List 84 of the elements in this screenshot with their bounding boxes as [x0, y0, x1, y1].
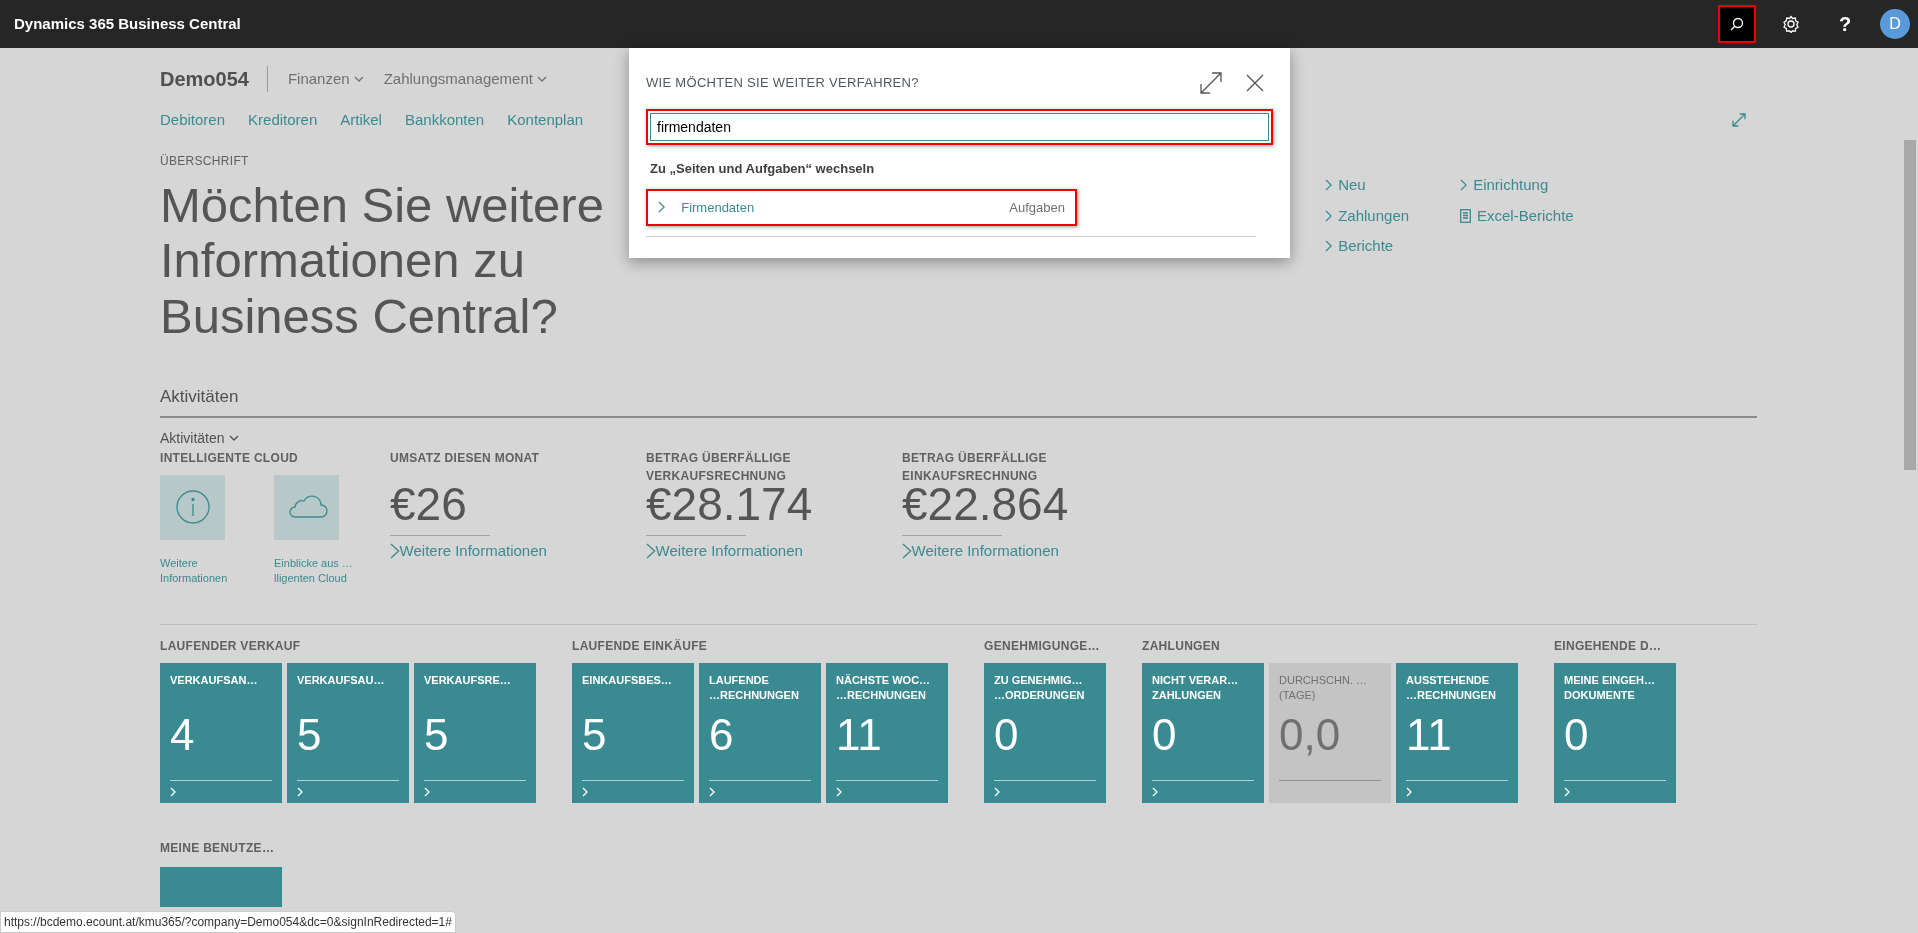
menu-item[interactable]: Finanzen	[267, 67, 364, 91]
chevron-icon	[1325, 209, 1333, 222]
kpi-caption: BETRAG ÜBERFÄLLIGE VERKAUFSRECHNUNG	[646, 449, 792, 479]
cloud-link[interactable]: Einblicke aus …lligenten Cloud	[274, 555, 372, 587]
kpi-caption: BETRAG ÜBERFÄLLIGE EINKAUFSRECHNUNG	[902, 449, 1048, 479]
cue-tile[interactable]: NÄCHSTE WOC… …RECHNUNGEN 11	[826, 663, 948, 804]
chevron-icon	[658, 201, 666, 214]
kpi-link[interactable]: Weitere Informationen	[390, 540, 646, 563]
action-link[interactable]: Zahlungen	[1325, 204, 1460, 227]
status-bar-url: https://bcdemo.ecount.at/kmu365/?company=Demo054&dc=0&signInRedirected=1#	[0, 911, 456, 933]
search-field[interactable]: firmendaten	[650, 113, 1269, 141]
chevron-icon	[709, 787, 715, 798]
caret-icon	[536, 76, 547, 82]
search-icon	[1730, 17, 1744, 31]
cloud-link[interactable]: Weitere Informationen	[160, 555, 258, 587]
section-title: Aktivitäten	[160, 384, 1757, 418]
expand-icon	[1200, 72, 1222, 94]
cloud-tile[interactable]	[160, 474, 225, 540]
group-caption: INTELLIGENTE CLOUD	[160, 449, 300, 467]
cue-tile[interactable]: LAUFENDE …RECHNUNGEN 6	[699, 663, 821, 804]
expand-icon	[1732, 113, 1746, 127]
chevron-icon	[646, 543, 656, 560]
settings-icon	[1782, 15, 1800, 33]
nav-link[interactable]: Debitoren	[160, 108, 226, 132]
cloud-tile[interactable]	[274, 474, 339, 540]
cue-tile[interactable]: ZU GENEHMIG… …ORDERUNGEN 0	[984, 663, 1106, 804]
nav-link[interactable]: Kreditoren	[248, 108, 318, 132]
group-toggle[interactable]: Aktivitäten	[160, 427, 239, 449]
section-heading: Zu „Seiten und Aufgaben“ wechseln	[650, 160, 876, 178]
cue-tile[interactable]	[160, 867, 282, 908]
kpi-caption: UMSATZ DIESEN MONAT	[390, 449, 541, 467]
action-link[interactable]: Einrichtung	[1460, 174, 1595, 197]
headline: Möchten Sie weitere Informationen zu Business Central?	[160, 178, 605, 345]
dialog-title: WIE MÖCHTEN SIE WEITER VERFAHREN?	[646, 74, 919, 93]
cue-tile[interactable]: AUSSTEHENDE …RECHNUNGEN 11	[1396, 663, 1518, 804]
chevron-icon	[297, 787, 303, 798]
app-title: Dynamics 365 Business Central	[13, 13, 242, 34]
chevron-icon	[1564, 787, 1570, 798]
headline-caption: ÜBERSCHRIFT	[160, 153, 249, 170]
cue-tile[interactable]: VERKAUFSAU… 5	[287, 663, 409, 804]
close-icon	[1246, 74, 1264, 92]
chevron-icon	[1152, 787, 1158, 798]
chevron-icon	[1460, 179, 1468, 192]
search-button[interactable]	[1718, 5, 1756, 43]
chevron-icon	[1325, 179, 1333, 192]
cue-tile[interactable]: VERKAUFSAN… 4	[160, 663, 282, 804]
info-icon	[174, 489, 211, 526]
company-name: Demo054	[160, 66, 268, 92]
group-caption: LAUFENDE EINKÄUFE	[572, 638, 709, 656]
nav-link[interactable]: Kontenplan	[507, 108, 584, 132]
document-icon	[1460, 208, 1471, 223]
chevron-icon	[994, 787, 1000, 798]
chevron-icon	[836, 787, 842, 798]
cue-tile[interactable]: NICHT VERAR… ZAHLUNGEN 0	[1142, 663, 1264, 804]
user-avatar[interactable]: D	[1880, 9, 1910, 39]
chevron-icon	[390, 543, 400, 560]
chevron-icon	[902, 543, 912, 560]
group-caption: ZAHLUNGEN	[1142, 638, 1222, 656]
nav-link[interactable]: Bankkonten	[404, 108, 485, 132]
group-caption: MEINE BENUTZE…	[160, 840, 276, 858]
action-link[interactable]: Neu	[1325, 174, 1460, 197]
kpi-link[interactable]: Weitere Informationen	[646, 540, 902, 563]
cue-tile[interactable]: EINKAUFSBES… 5	[572, 663, 694, 804]
chevron-icon	[1406, 787, 1412, 798]
cue-tile[interactable]: DURCHSCHN. … (TAGE) 0,0	[1269, 663, 1391, 804]
nav-link[interactable]: Artikel	[340, 108, 382, 132]
chevron-icon	[582, 787, 588, 798]
chevron-icon	[424, 787, 430, 798]
kpi-value: €26	[390, 478, 468, 530]
caret-icon	[353, 76, 364, 82]
action-link[interactable]: Excel-Berichte	[1460, 204, 1595, 227]
help-button[interactable]: ?	[1826, 5, 1864, 43]
chevron-icon	[1325, 240, 1333, 253]
group-caption: LAUFENDER VERKAUF	[160, 638, 302, 656]
menu-item[interactable]: Zahlungsmanagement	[363, 67, 547, 91]
group-caption: GENEHMIGUNGE…	[984, 638, 1101, 656]
chevron-icon	[170, 787, 176, 798]
action-link[interactable]: Berichte	[1325, 235, 1460, 258]
group-caption: EINGEHENDE D…	[1554, 638, 1663, 656]
kpi-link[interactable]: Weitere Informationen	[902, 540, 1158, 563]
cue-tile[interactable]: MEINE EINGEH… DOKUMENTE 0	[1554, 663, 1676, 804]
scrollbar-thumb[interactable]	[1904, 140, 1916, 470]
caret-icon	[228, 435, 239, 442]
cue-tile[interactable]: VERKAUFSRE… 5	[414, 663, 536, 804]
